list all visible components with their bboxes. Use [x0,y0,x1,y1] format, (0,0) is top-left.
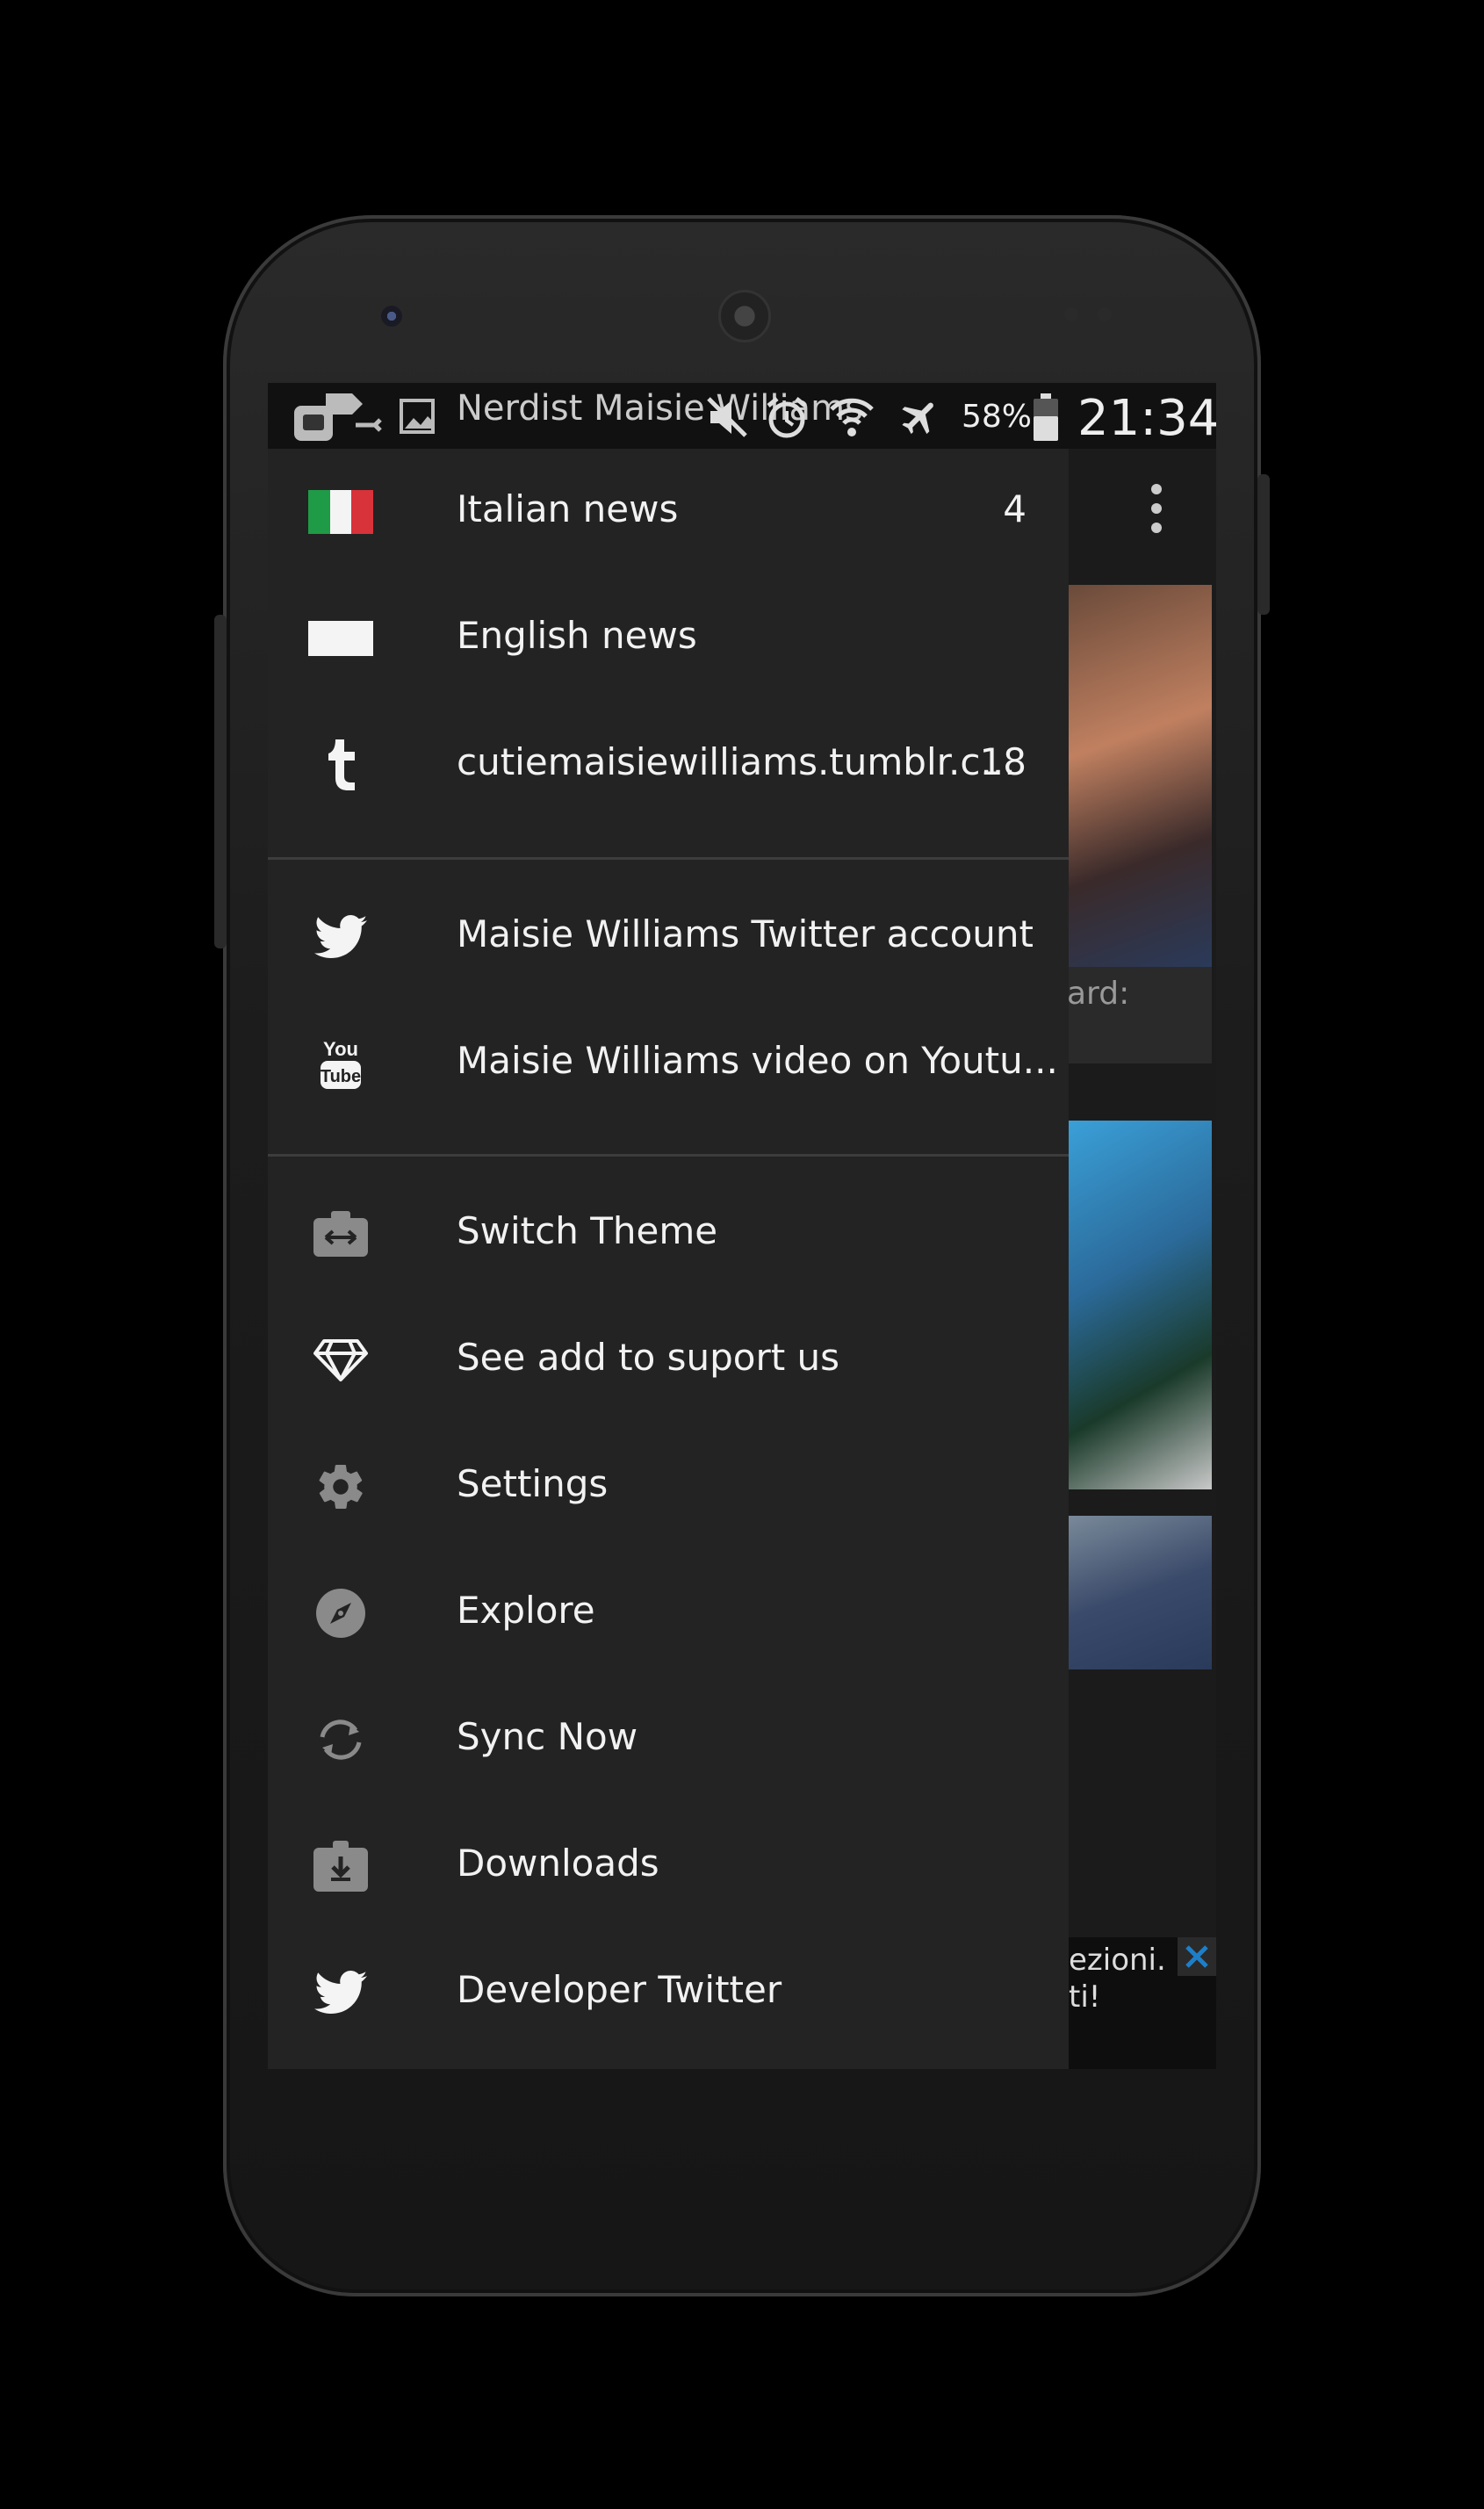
drawer-item-settings[interactable]: Settings [268,1424,1069,1550]
tumblr-icon [308,739,373,791]
screen: ard: ezioni. ti! Italian news 4 English … [268,383,1216,2069]
drawer-item-label: Maisie Williams Twitter account [457,912,1034,955]
ad-text-2: ti! [1069,1979,1101,2015]
navigation-drawer: Italian news 4 English news cutiemaisiew… [268,449,1069,2069]
compass-icon [308,1587,373,1640]
gear-icon [308,1460,373,1513]
diamond-icon [308,1334,373,1387]
unread-count-badge: 18 [979,740,1027,783]
twitter-icon [308,911,373,963]
drawer-item-youtube-videos[interactable]: You Tube Maisie Williams video on Youtu.… [268,1000,1069,1127]
drawer-item-label: Sync Now [457,1715,638,1758]
drawer-item-sync-now[interactable]: Sync Now [268,1676,1069,1803]
drawer-item-label: Explore [457,1589,595,1632]
uk-flag-icon [308,612,373,665]
drawer-item-developer-twitter[interactable]: Developer Twitter [268,1929,1069,2056]
svg-text:Tube: Tube [321,1067,361,1086]
gallery-icon [400,399,435,437]
sync-icon [308,1713,373,1766]
front-camera [381,306,402,327]
youtube-icon: You Tube [308,1037,373,1090]
drawer-item-downloads[interactable]: Downloads [268,1803,1069,1929]
card-caption-text: ard: [1067,976,1130,1012]
clock: 21:34 [1077,390,1216,447]
drawer-item-label: Developer Twitter [457,1968,782,2011]
drawer-item-label: Downloads [457,1842,659,1885]
screencast-icon [294,390,391,446]
drawer-item-switch-theme[interactable]: Switch Theme [268,1171,1069,1297]
twitter-icon [308,1966,373,2019]
drawer-item-label: Maisie Williams video on Youtu... [457,1039,1058,1082]
drawer-item-support-ad[interactable]: See add to suport us [268,1297,1069,1424]
light-sensor [1098,307,1112,321]
unread-count-badge: 4 [1003,487,1027,530]
feed-card-caption-1: ard: [1067,967,1212,1063]
drawer-item-twitter-account[interactable]: Maisie Williams Twitter account [268,874,1069,1000]
drawer-item-label: cutiemaisiewilliams.tumblr.c... [457,740,1016,783]
drawer-item-italian-news[interactable]: Italian news 4 [268,449,1069,575]
drawer-item-explore[interactable]: Explore [268,1550,1069,1676]
alarm-icon [765,395,809,443]
italy-flag-icon [308,486,373,538]
drawer-item-label: See add to suport us [457,1336,840,1379]
feed-thumbnail-2[interactable] [1067,1121,1212,1489]
earpiece-speaker [718,290,771,342]
drawer-item-label: Switch Theme [457,1209,718,1252]
overflow-menu-icon[interactable] [1149,484,1163,537]
drawer-item-label: Italian news [457,487,679,530]
battery-icon [1034,393,1058,444]
status-bar: Nerdist Maisie Williams 58% 21:34 [268,383,1216,449]
feed-thumbnail-1[interactable] [1067,585,1212,967]
ad-banner[interactable]: ezioni. ti! [1069,1937,1216,2069]
drawer-divider [268,857,1069,860]
ad-close-icon[interactable] [1178,1937,1216,1976]
proximity-sensor [1064,307,1078,321]
downloads-icon [308,1840,373,1893]
mute-icon [705,395,749,443]
power-button [1257,474,1270,615]
drawer-item-english-news[interactable]: English news [268,575,1069,702]
drawer-item-label: Settings [457,1462,609,1505]
airplane-mode-icon [898,395,942,443]
wifi-icon [830,395,874,443]
switch-theme-icon [308,1208,373,1260]
drawer-divider [268,1154,1069,1157]
battery-percentage: 58% [962,399,1033,435]
feed-thumbnail-3[interactable] [1067,1516,1212,1669]
volume-button [214,615,227,948]
svg-text:You: You [323,1038,358,1060]
ad-text-1: ezioni. [1069,1943,1166,1978]
drawer-item-tumblr-feed[interactable]: cutiemaisiewilliams.tumblr.c... 18 [268,702,1069,828]
drawer-item-label: English news [457,614,697,657]
